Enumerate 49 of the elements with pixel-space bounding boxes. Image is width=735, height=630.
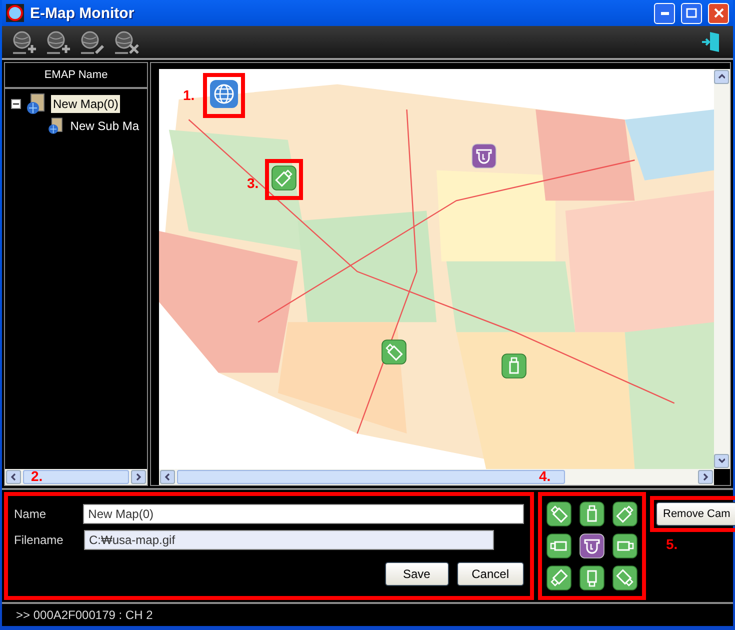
scroll-up-button[interactable] bbox=[714, 70, 729, 84]
status-text: >> 000A2F000179 : CH 2 bbox=[2, 602, 733, 626]
tree-item[interactable]: New Sub Ma bbox=[68, 117, 141, 135]
cancel-button[interactable]: Cancel bbox=[456, 562, 524, 586]
remove-cam-button[interactable]: Remove Cam bbox=[656, 502, 735, 526]
edit-map-icon[interactable] bbox=[78, 29, 106, 55]
scroll-right-button[interactable] bbox=[131, 470, 146, 484]
camera-icon[interactable] bbox=[579, 565, 605, 591]
camera-icon[interactable] bbox=[579, 501, 605, 527]
camera-icon[interactable] bbox=[546, 501, 572, 527]
minimize-icon bbox=[660, 12, 668, 14]
add-submap-icon[interactable] bbox=[44, 29, 72, 55]
scroll-right-button[interactable] bbox=[698, 470, 713, 484]
dome-camera-icon[interactable] bbox=[579, 533, 605, 559]
annotation-number: 2. bbox=[31, 468, 43, 484]
map-file-icon bbox=[46, 115, 64, 137]
column-header: EMAP Name bbox=[5, 63, 147, 89]
input-field[interactable]: New Map(0) bbox=[83, 504, 524, 524]
minimize-button[interactable] bbox=[654, 2, 675, 24]
annotation-number: 3. bbox=[247, 175, 259, 191]
scrollbar-thumb[interactable] bbox=[177, 470, 566, 484]
scrollbar-thumb[interactable] bbox=[23, 470, 129, 484]
globe-icon[interactable] bbox=[209, 79, 239, 109]
camera-icon[interactable] bbox=[546, 533, 572, 559]
scroll-left-button[interactable] bbox=[160, 470, 175, 484]
field-label: Filename bbox=[14, 533, 64, 547]
annotation-number: 5. bbox=[666, 536, 678, 552]
scroll-left-button[interactable] bbox=[6, 470, 21, 484]
delete-map-icon[interactable] bbox=[112, 29, 140, 55]
app-icon bbox=[6, 4, 24, 22]
add-map-icon[interactable] bbox=[10, 29, 38, 55]
camera-icon[interactable] bbox=[612, 533, 638, 559]
tree-item[interactable]: New Map(0) bbox=[51, 95, 120, 113]
close-icon bbox=[714, 8, 724, 18]
camera-icon[interactable] bbox=[612, 565, 638, 591]
collapse-icon[interactable] bbox=[11, 99, 21, 109]
annotation-number: 1. bbox=[183, 87, 195, 103]
maximize-icon bbox=[686, 8, 697, 18]
window-title: E-Map Monitor bbox=[30, 4, 136, 22]
save-button[interactable]: Save bbox=[384, 562, 449, 586]
camera-icon[interactable] bbox=[612, 501, 638, 527]
field-label: Name bbox=[14, 507, 48, 521]
camera-icon[interactable] bbox=[546, 565, 572, 591]
map-file-icon bbox=[25, 93, 47, 115]
exit-door-icon bbox=[701, 31, 721, 53]
scroll-down-button[interactable] bbox=[714, 454, 729, 468]
annotation-number: 4. bbox=[539, 468, 551, 484]
maximize-button[interactable] bbox=[681, 2, 702, 24]
close-button[interactable] bbox=[708, 2, 729, 24]
